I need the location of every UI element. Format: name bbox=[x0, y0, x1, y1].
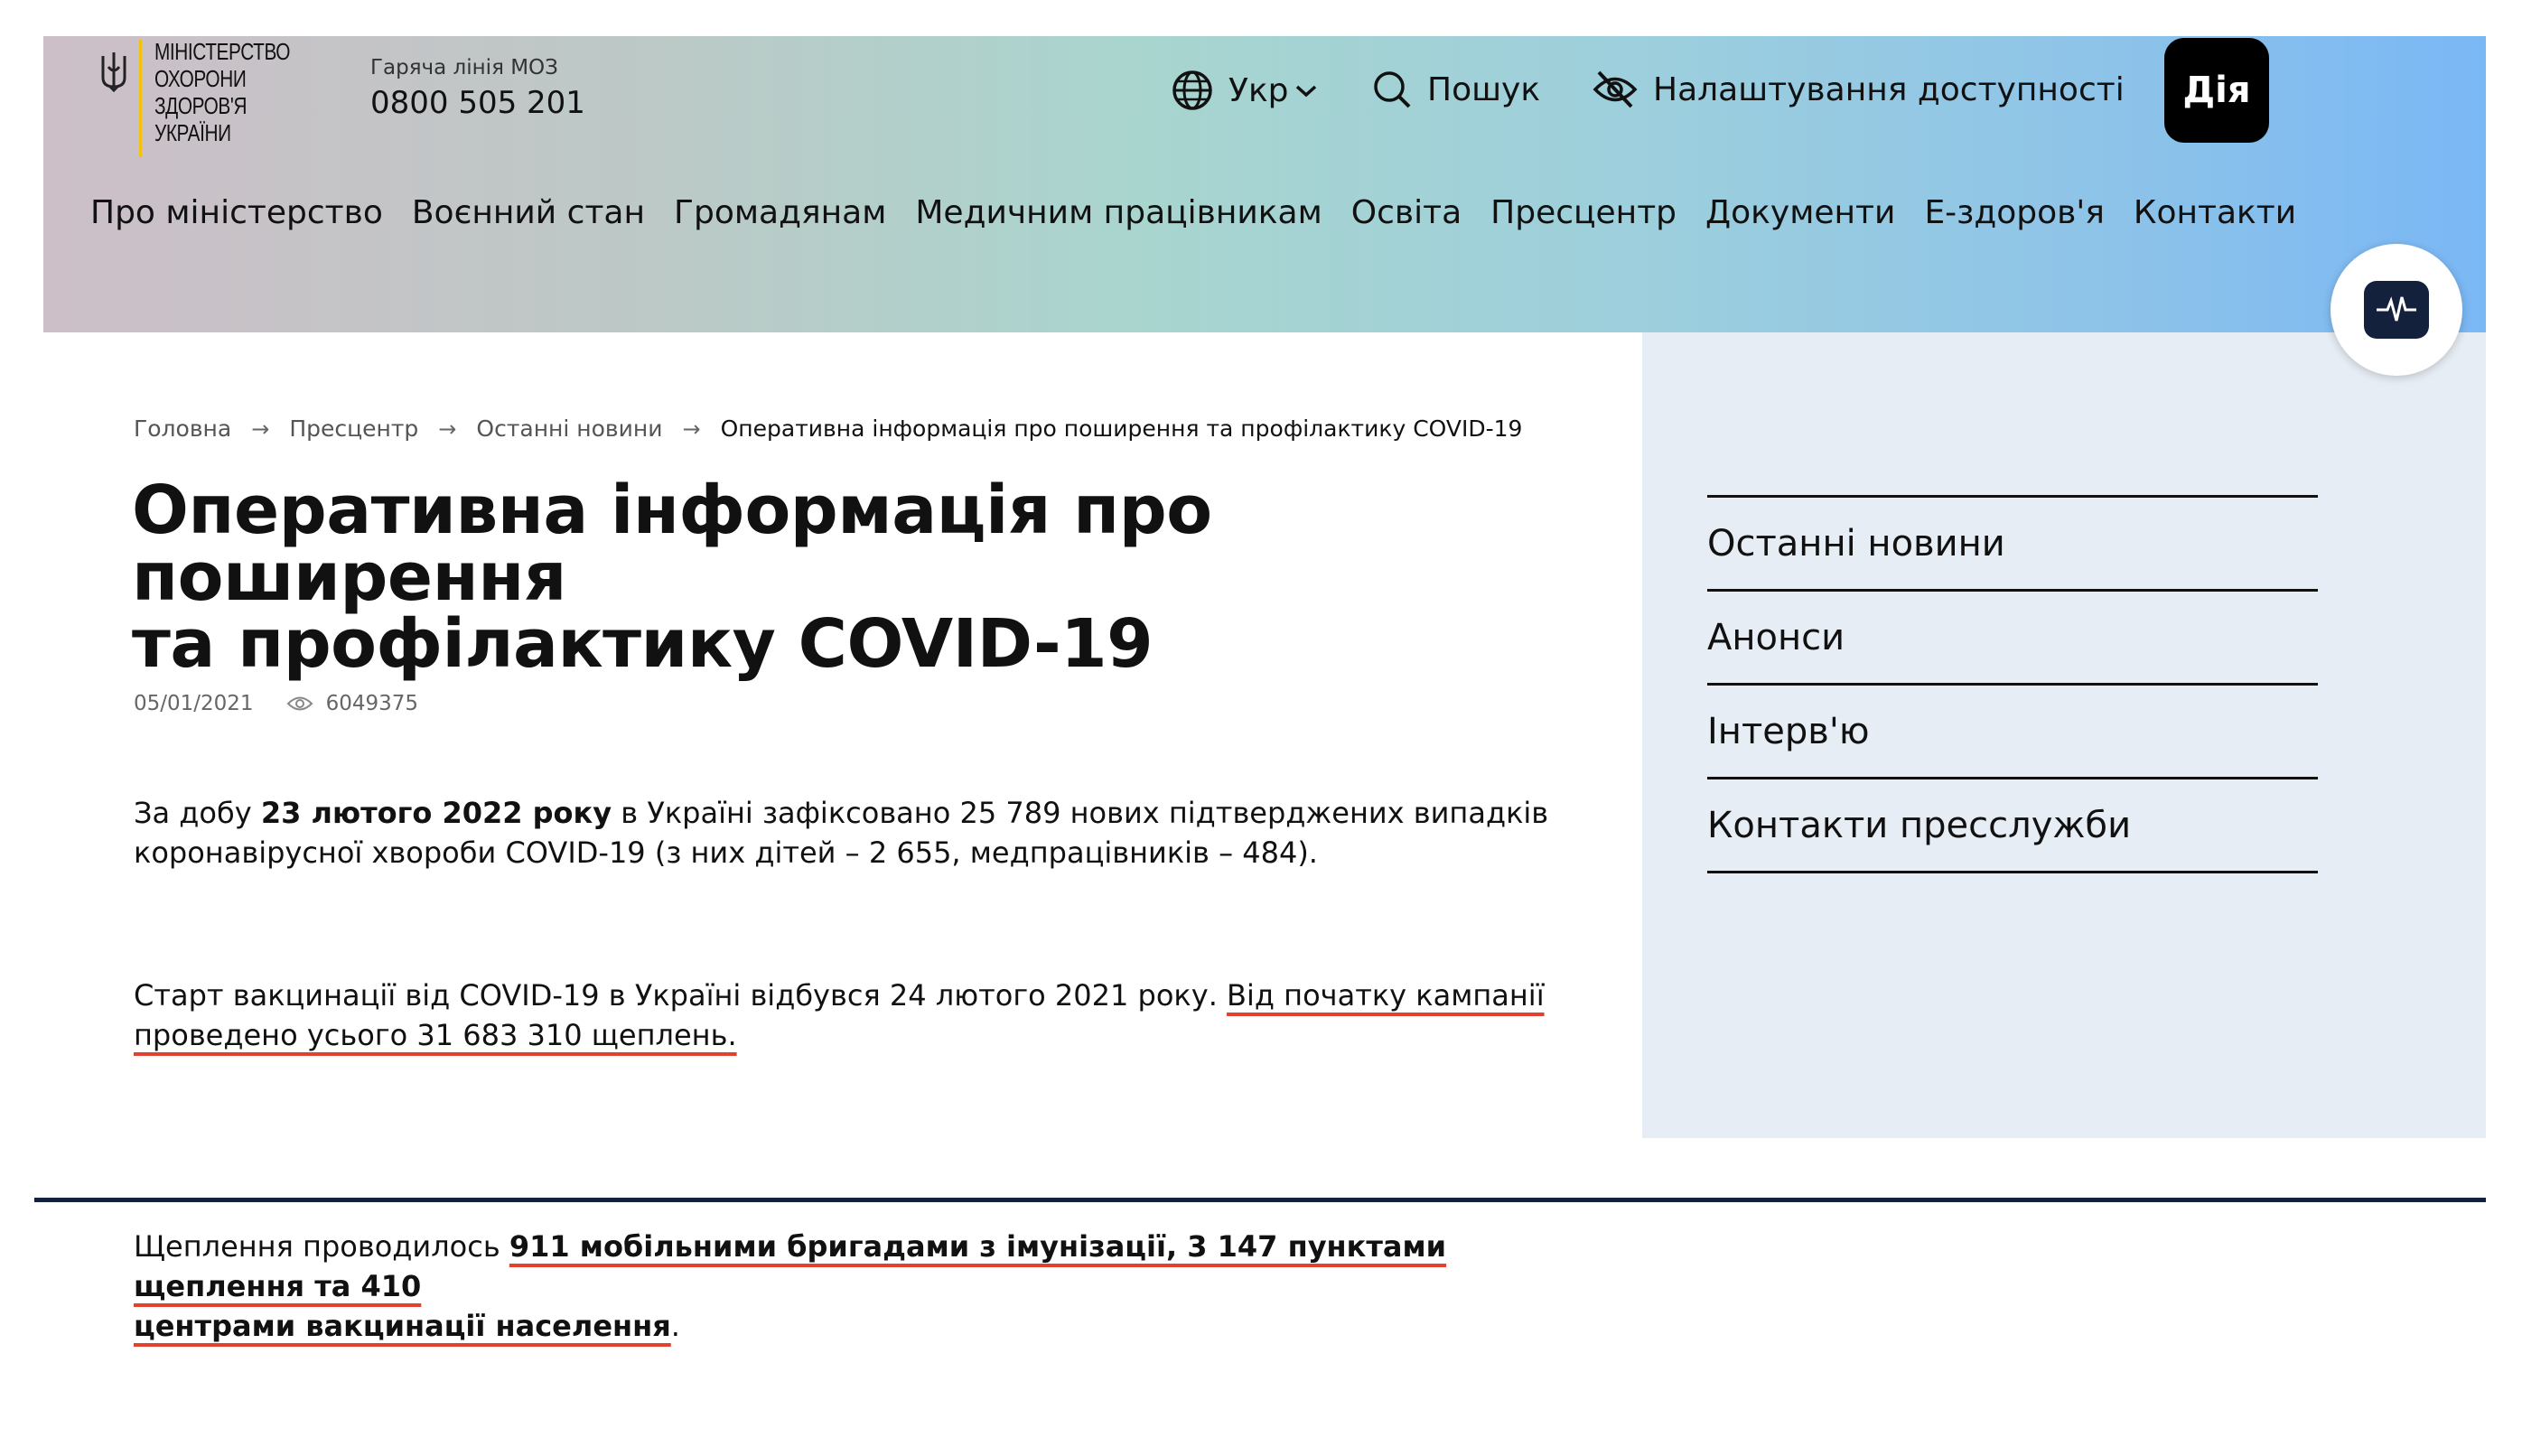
article-paragraph-vaccination: Старт вакцинації від COVID-19 в Україні … bbox=[134, 975, 1597, 1055]
logo-line: УКРАЇНИ bbox=[154, 119, 231, 146]
hotline: Гаряча лінія МОЗ 0800 505 201 bbox=[370, 56, 585, 121]
nav-item-about[interactable]: Про міністерство bbox=[90, 194, 383, 231]
moz-logo[interactable]: МІНІСТЕРСТВО ОХОРОНИ ЗДОРОВ'Я УКРАЇНИ bbox=[98, 38, 324, 157]
highlighted-text: Від початку кампанії bbox=[1227, 978, 1545, 1013]
logo-text: МІНІСТЕРСТВО ОХОРОНИ ЗДОРОВ'Я УКРАЇНИ bbox=[154, 38, 290, 146]
sidebar-item-press-contacts[interactable]: Контакти пресслужби bbox=[1707, 777, 2318, 871]
search-icon bbox=[1374, 71, 1411, 108]
title-line: та профілактику COVID-19 bbox=[132, 605, 1154, 683]
nav-item-martial-law[interactable]: Воєнний стан bbox=[412, 194, 645, 231]
chevron-down-icon bbox=[1295, 85, 1316, 98]
date-highlight: 23 лютого 2022 року bbox=[260, 796, 612, 830]
chat-widget-button[interactable] bbox=[2331, 244, 2462, 376]
page-title: Оперативна інформація про поширення та п… bbox=[132, 477, 1577, 677]
arrow-right-icon: → bbox=[682, 415, 701, 442]
sidebar-menu: Останні новини Анонси Інтерв'ю Контакти … bbox=[1707, 495, 2318, 873]
breadcrumb-latest-news[interactable]: Останні новини bbox=[476, 415, 662, 442]
search-button[interactable]: Пошук bbox=[1371, 69, 1540, 110]
article-paragraph-teams: Щеплення проводилось 911 мобільними бриг… bbox=[134, 1227, 1597, 1346]
text-fragment: в Україні зафіксовано 25 789 нових підтв… bbox=[612, 796, 1549, 830]
logo-line: МІНІСТЕРСТВО bbox=[154, 38, 291, 65]
hotline-number[interactable]: 0800 505 201 bbox=[370, 85, 585, 121]
text-fragment: За добу bbox=[134, 796, 261, 830]
text-fragment: . bbox=[670, 1309, 680, 1343]
text-fragment: . bbox=[727, 1018, 737, 1052]
publish-date: 05/01/2021 bbox=[134, 692, 254, 715]
nav-item-citizens[interactable]: Громадянам bbox=[674, 194, 886, 231]
divider bbox=[34, 1198, 2486, 1202]
breadcrumb-home[interactable]: Головна bbox=[134, 415, 231, 442]
logo-divider bbox=[139, 40, 142, 157]
breadcrumb-current: Оперативна інформація про поширення та п… bbox=[720, 415, 1523, 442]
eye-off-icon bbox=[1593, 70, 1638, 108]
text-fragment: Старт вакцинації від COVID-19 в Україні … bbox=[134, 978, 1228, 1013]
highlighted-text: центрами вакцинації населення bbox=[134, 1309, 671, 1343]
breadcrumb-press-center[interactable]: Пресцентр bbox=[289, 415, 418, 442]
eye-icon bbox=[286, 696, 313, 711]
diia-button[interactable]: Дія bbox=[2164, 38, 2269, 143]
view-count-value: 6049375 bbox=[325, 692, 419, 715]
text-fragment: Щеплення проводилось bbox=[134, 1229, 509, 1264]
sidebar-item-interview[interactable]: Інтерв'ю bbox=[1707, 683, 2318, 777]
nav-item-medical-workers[interactable]: Медичним працівникам bbox=[915, 194, 1322, 231]
nav-item-contacts[interactable]: Контакти bbox=[2134, 194, 2296, 231]
sidebar-item-latest-news[interactable]: Останні новини bbox=[1707, 495, 2318, 589]
sidebar-item-announcements[interactable]: Анонси bbox=[1707, 589, 2318, 683]
nav-item-press-center[interactable]: Пресцентр bbox=[1490, 194, 1677, 231]
chat-bubble bbox=[2364, 281, 2429, 339]
globe-icon bbox=[1172, 70, 1212, 110]
article-paragraph-cases: За добу 23 лютого 2022 року в Україні за… bbox=[134, 793, 1597, 873]
breadcrumb: Головна → Пресцентр → Останні новини → О… bbox=[134, 415, 1522, 442]
arrow-right-icon: → bbox=[438, 415, 457, 442]
pulse-icon bbox=[2377, 296, 2416, 322]
nav-item-documents[interactable]: Документи bbox=[1705, 194, 1895, 231]
nav-item-education[interactable]: Освіта bbox=[1351, 194, 1462, 231]
accessibility-button[interactable]: Налаштування доступності bbox=[1592, 69, 2125, 110]
nav-item-e-health[interactable]: Е-здоров'я bbox=[1924, 194, 2104, 231]
arrow-right-icon: → bbox=[251, 415, 270, 442]
search-label: Пошук bbox=[1427, 70, 1541, 108]
logo-line: ОХОРОНИ bbox=[154, 65, 247, 92]
text-fragment: коронавірусної хвороби COVID-19 (з них д… bbox=[134, 835, 1318, 870]
logo-line: ЗДОРОВ'Я bbox=[154, 92, 248, 119]
main-nav: Про міністерство Воєнний стан Громадянам… bbox=[90, 194, 2325, 231]
hotline-label: Гаряча лінія МОЗ bbox=[370, 56, 558, 79]
language-label: Укр bbox=[1228, 71, 1289, 109]
trident-icon bbox=[101, 52, 126, 92]
view-count: 6049375 bbox=[286, 692, 418, 715]
highlighted-text: проведено усього 31 683 310 щеплень bbox=[134, 1018, 728, 1052]
title-line: Оперативна інформація про поширення bbox=[132, 471, 1212, 616]
accessibility-label: Налаштування доступності bbox=[1653, 70, 2125, 108]
article-meta: 05/01/2021 6049375 bbox=[134, 692, 418, 715]
language-switcher[interactable]: Укр bbox=[1171, 69, 1318, 112]
sidebar-divider bbox=[1707, 871, 2318, 873]
